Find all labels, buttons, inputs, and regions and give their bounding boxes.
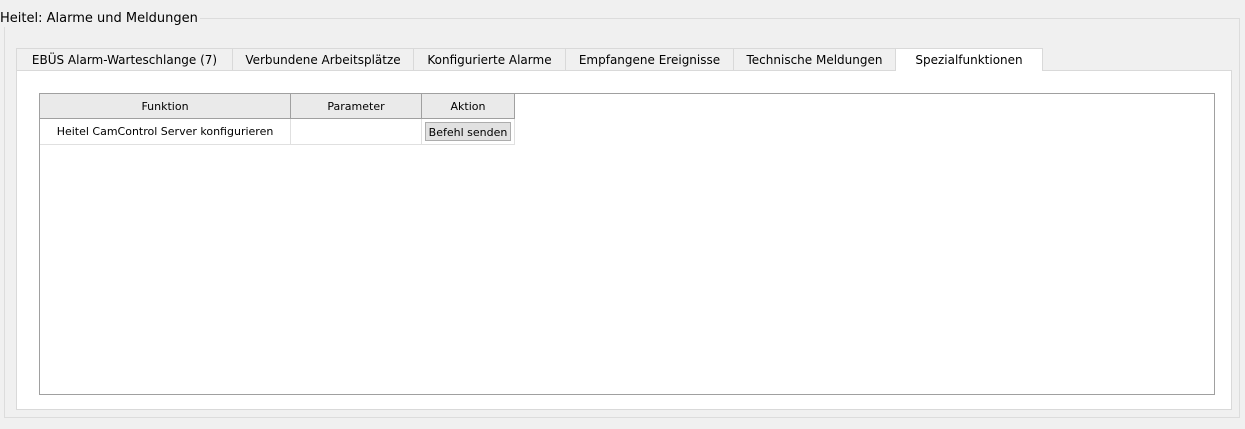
tab-technical-messages[interactable]: Technische Meldungen	[733, 48, 896, 70]
tab-configured-alarms[interactable]: Konfigurierte Alarme	[413, 48, 566, 70]
cell-parameter[interactable]	[290, 118, 422, 145]
tab-special-functions[interactable]: Spezialfunktionen	[895, 48, 1043, 71]
tab-panel-special-functions: Funktion Parameter Aktion Heitel CamCont…	[16, 70, 1232, 410]
column-header-aktion[interactable]: Aktion	[421, 94, 515, 119]
group-title: Heitel: Alarme und Meldungen	[0, 11, 200, 27]
tab-bar: EBÜS Alarm-Warteschlange (7) Verbundene …	[16, 48, 1043, 71]
table-row: Heitel CamControl Server konfigurieren B…	[40, 118, 515, 145]
cell-aktion: Befehl senden	[421, 118, 515, 145]
cell-funktion: Heitel CamControl Server konfigurieren	[40, 118, 291, 145]
send-command-button[interactable]: Befehl senden	[425, 122, 511, 141]
tab-received-events[interactable]: Empfangene Ereignisse	[565, 48, 734, 70]
tab-ebues-alarm-queue[interactable]: EBÜS Alarm-Warteschlange (7)	[16, 48, 233, 70]
column-header-parameter[interactable]: Parameter	[290, 94, 422, 119]
tab-connected-workstations[interactable]: Verbundene Arbeitsplätze	[232, 48, 414, 70]
column-header-funktion[interactable]: Funktion	[40, 94, 291, 119]
functions-table: Funktion Parameter Aktion Heitel CamCont…	[39, 93, 1215, 395]
